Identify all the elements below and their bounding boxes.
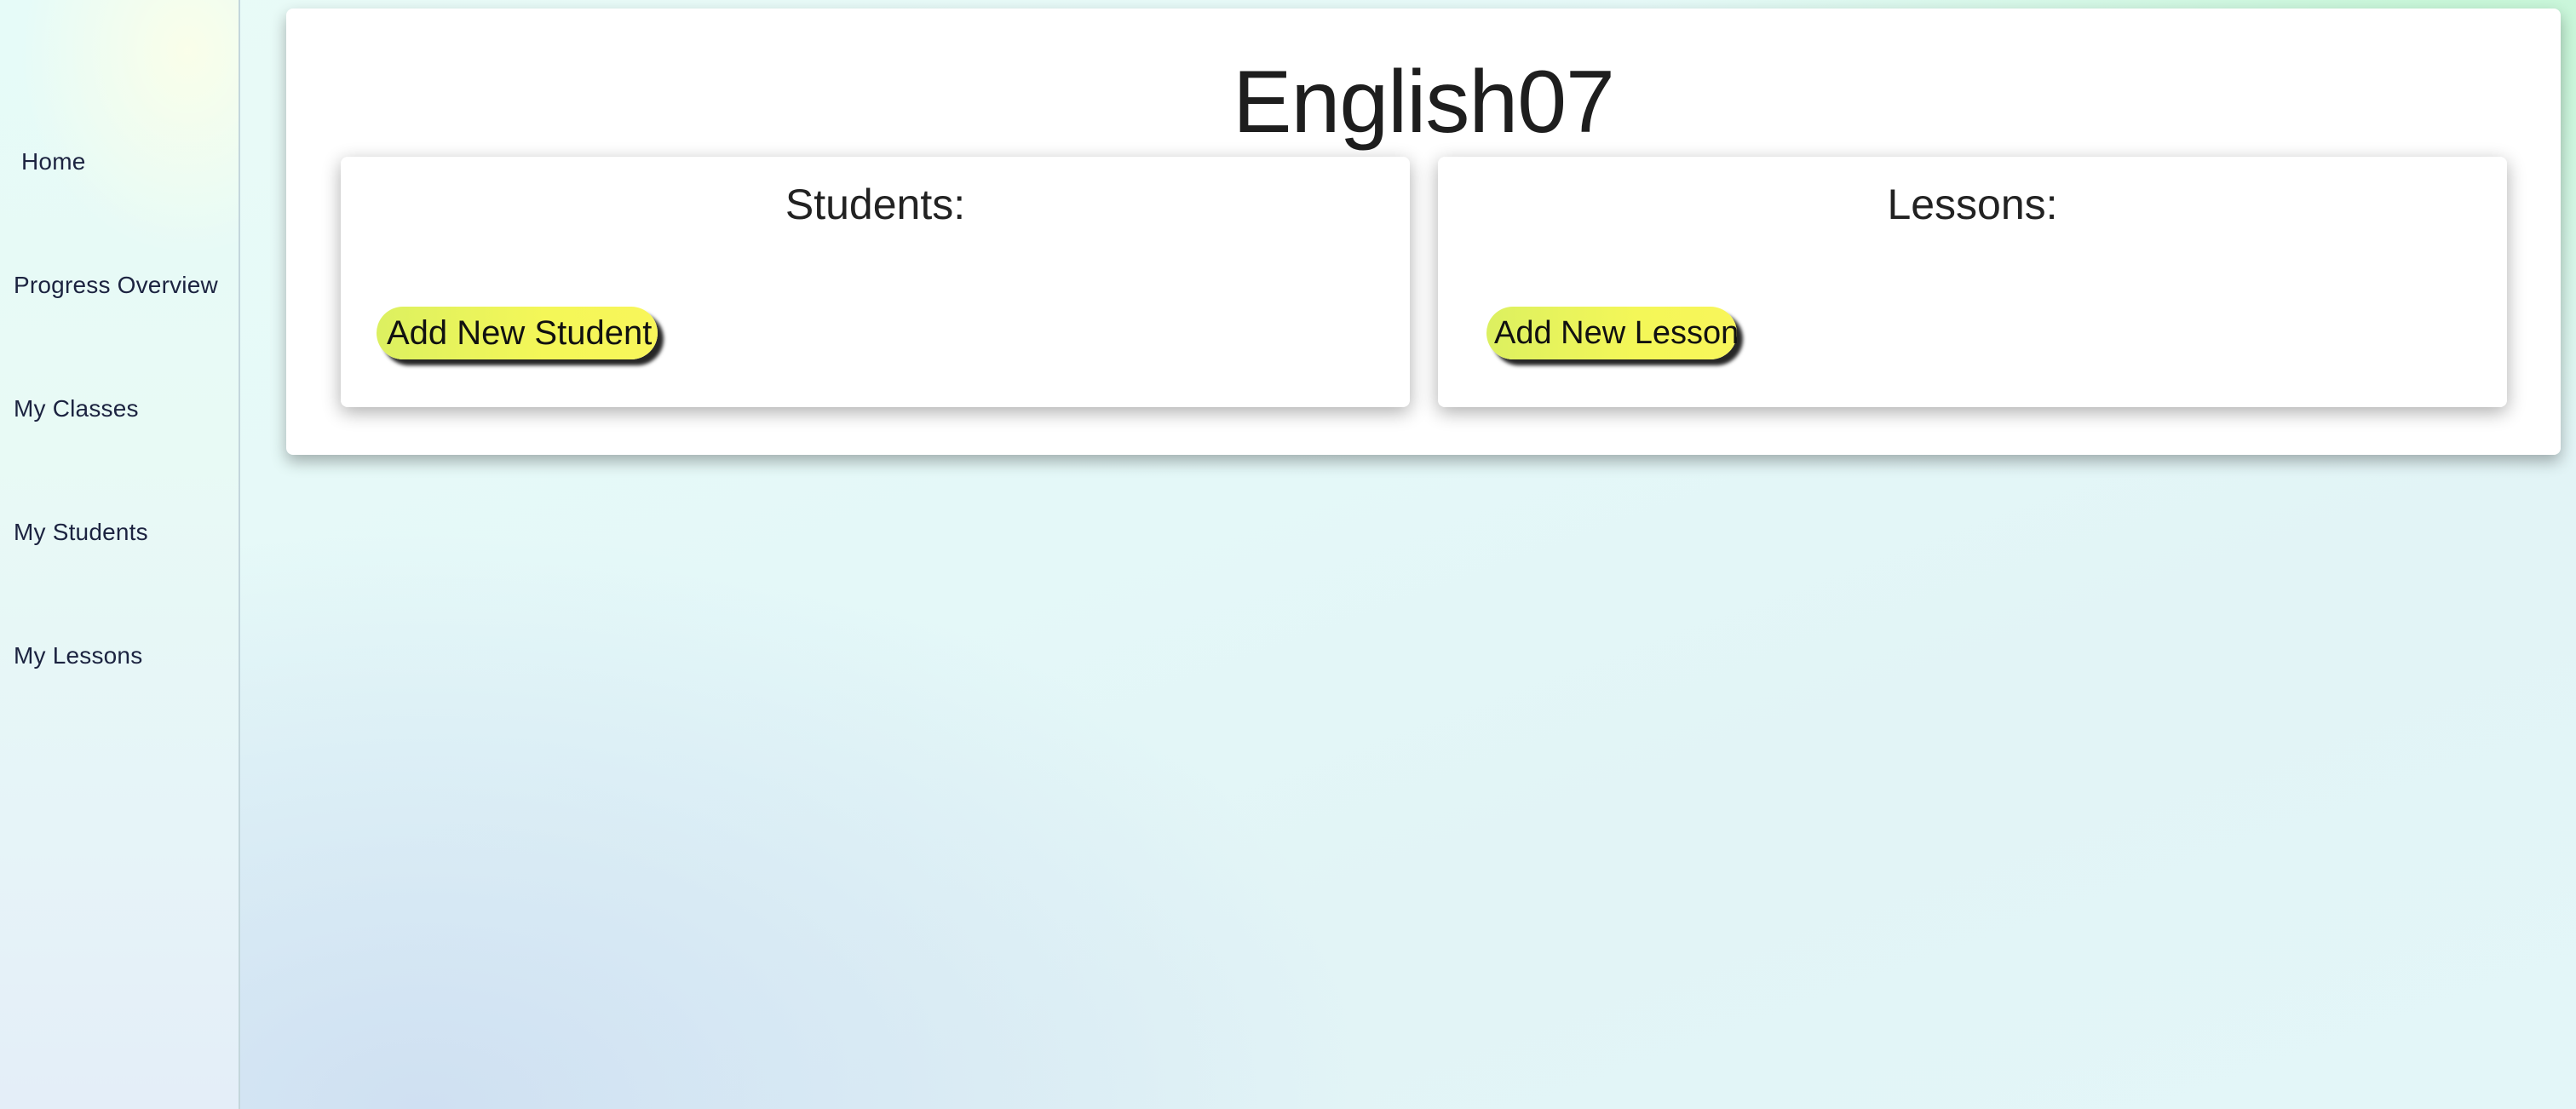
sidebar-item-my-lessons[interactable]: My Lessons: [14, 642, 142, 669]
sidebar: Home Progress Overview My Classes My Stu…: [0, 0, 240, 1109]
sidebar-item-my-students[interactable]: My Students: [14, 519, 148, 546]
students-panel: Students: Add New Student: [341, 157, 1410, 407]
add-new-lesson-button[interactable]: Add New Lesson: [1486, 307, 1739, 359]
lessons-panel: Lessons: Add New Lesson: [1438, 157, 2507, 407]
sidebar-item-home[interactable]: Home: [21, 148, 86, 175]
sidebar-item-progress-overview[interactable]: Progress Overview: [14, 272, 218, 299]
page-title: English07: [1233, 53, 1615, 152]
add-new-student-button[interactable]: Add New Student: [377, 307, 658, 359]
lessons-panel-title: Lessons:: [1887, 181, 2058, 228]
sidebar-item-my-classes[interactable]: My Classes: [14, 395, 139, 422]
class-card: English07 Students: Add New Student Less…: [286, 9, 2561, 455]
students-panel-title: Students:: [785, 181, 966, 228]
